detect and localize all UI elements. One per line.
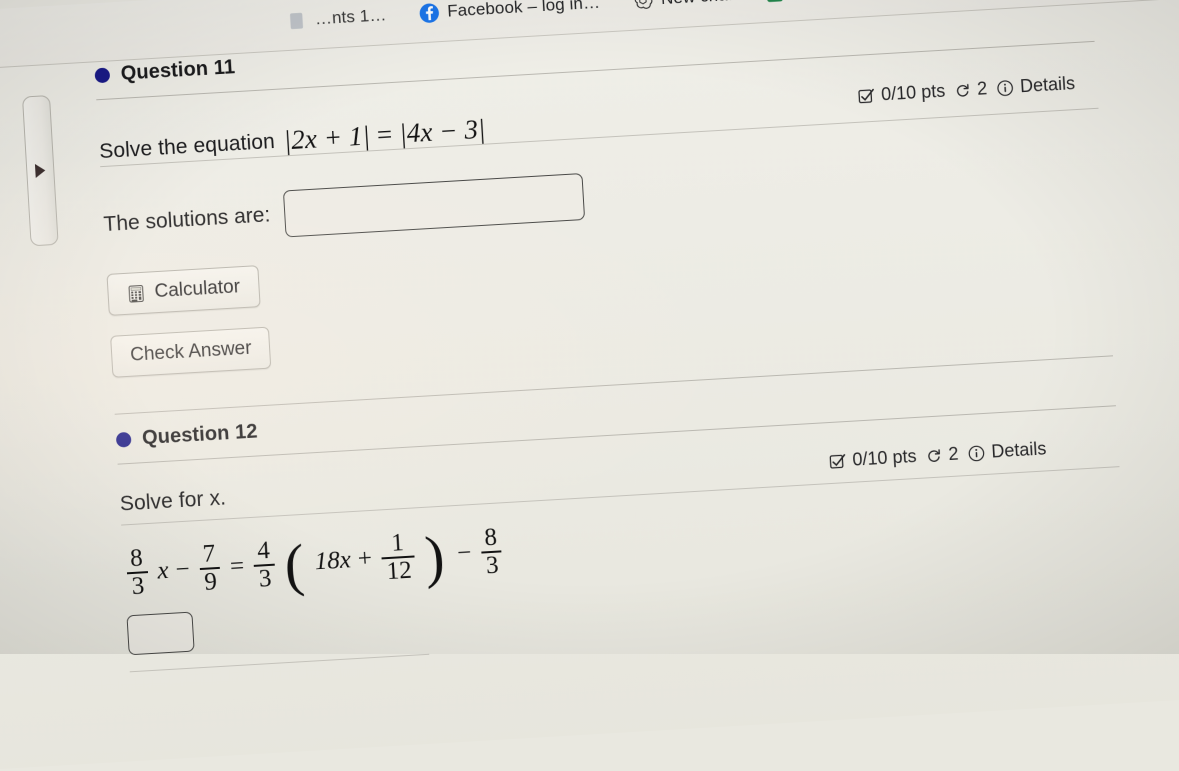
info-circle-icon	[968, 445, 985, 461]
question-12-attempts: 2	[947, 443, 959, 465]
browser-tab-new-chat[interactable]: New chat	[615, 0, 749, 12]
operator-minus-1: −	[174, 555, 191, 583]
tab-label: New chat	[660, 0, 733, 9]
question-12-equation: 8 3 x − 7 9 = 4 3 ( 18x + 1 12) − 8 3	[122, 523, 506, 600]
checkbox-checked-icon	[829, 453, 846, 469]
expand-right-caret-icon	[34, 163, 46, 178]
equation-relation: =	[229, 551, 245, 580]
checkbox-checked-icon	[858, 88, 874, 103]
numerator: 4	[256, 536, 271, 565]
question-12-details-label: Details	[990, 438, 1047, 462]
numerator: 1	[390, 529, 405, 557]
question-11-details-label: Details	[1019, 73, 1076, 97]
paren-close: )	[423, 523, 447, 590]
browser-tab-facebook[interactable]: Facebook – log in…	[402, 0, 617, 25]
question-12-body: 0/10 pts 2 Details Solve for x. 8 3 x − …	[118, 406, 1133, 752]
denominator: 3	[254, 563, 277, 592]
term-8-over-3-rhs: 8 3	[480, 523, 504, 579]
browser-tab-paraphrasing-tool[interactable]: Paraphrasing Tool…	[748, 0, 965, 4]
denominator: 3	[126, 570, 149, 600]
retry-icon	[928, 449, 940, 462]
operator-minus-2: −	[456, 538, 472, 567]
retry-icon	[956, 83, 969, 97]
browser-window: …nts 1… Facebook – log in… New chat	[0, 0, 1179, 771]
numerator: 8	[483, 523, 498, 552]
tab-label: Facebook – log in…	[446, 0, 601, 21]
calculator-icon	[128, 284, 144, 303]
question-12-prompt-text: Solve for x.	[119, 486, 227, 516]
check-answer-button-label: Check Answer	[129, 337, 253, 366]
denominator: 3	[481, 549, 504, 579]
facebook-icon	[419, 3, 439, 23]
calculator-button[interactable]: Calculator	[106, 265, 261, 316]
question-11-title: Question 11	[120, 56, 236, 85]
question-status-dot-icon	[94, 67, 111, 84]
browser-tab-documents[interactable]: …nts 1…	[269, 4, 403, 33]
info-circle-icon	[997, 79, 1013, 96]
denominator: 12	[381, 554, 417, 585]
openai-icon	[634, 0, 652, 9]
question-11-attempts: 2	[976, 78, 988, 99]
question-status-dot-icon	[115, 431, 132, 448]
term-7-over-9: 7 9	[198, 540, 222, 595]
quillbot-icon	[766, 0, 784, 2]
calculator-button-label: Calculator	[153, 276, 241, 303]
question-12-bottom-rule	[129, 653, 430, 673]
equation-relation: =	[376, 119, 394, 150]
question-12-points: 0/10 pts	[851, 445, 918, 470]
tab-label: Paraphrasing Tool…	[793, 0, 949, 1]
term-1-over-12: 1 12	[380, 529, 417, 585]
attempts-group[interactable]: 2	[925, 444, 959, 467]
question-11-answer-input[interactable]	[282, 173, 586, 238]
term-4-over-3: 4 3	[253, 536, 277, 592]
question-block-12: Question 12 0/10 pts 2 Details Solve for…	[114, 355, 1133, 752]
question-12-title: Question 12	[141, 420, 259, 450]
question-11-answer-label: The solutions are:	[102, 202, 271, 236]
term-8-over-3: 8 3	[125, 544, 149, 600]
paren-open: (	[282, 531, 306, 598]
question-12-answer-input[interactable]	[126, 611, 195, 656]
attempts-group[interactable]: 2	[954, 78, 988, 101]
check-answer-button[interactable]: Check Answer	[110, 326, 272, 378]
denominator: 9	[199, 566, 222, 595]
question-11-prompt-text: Solve the equation	[98, 129, 276, 163]
page-content: Question 11 0/10 pts 2 Details Solve the…	[0, 0, 1179, 771]
operator-plus: +	[357, 544, 373, 573]
question-11-points: 0/10 pts	[880, 80, 946, 105]
numerator: 7	[201, 540, 217, 568]
term-18x: 18x	[313, 545, 352, 575]
numerator: 8	[129, 544, 144, 573]
sidebar-expand-handle[interactable]	[21, 94, 59, 247]
variable-x: x	[156, 556, 170, 585]
tab-label: …nts 1…	[314, 5, 387, 29]
page-icon	[290, 12, 303, 29]
